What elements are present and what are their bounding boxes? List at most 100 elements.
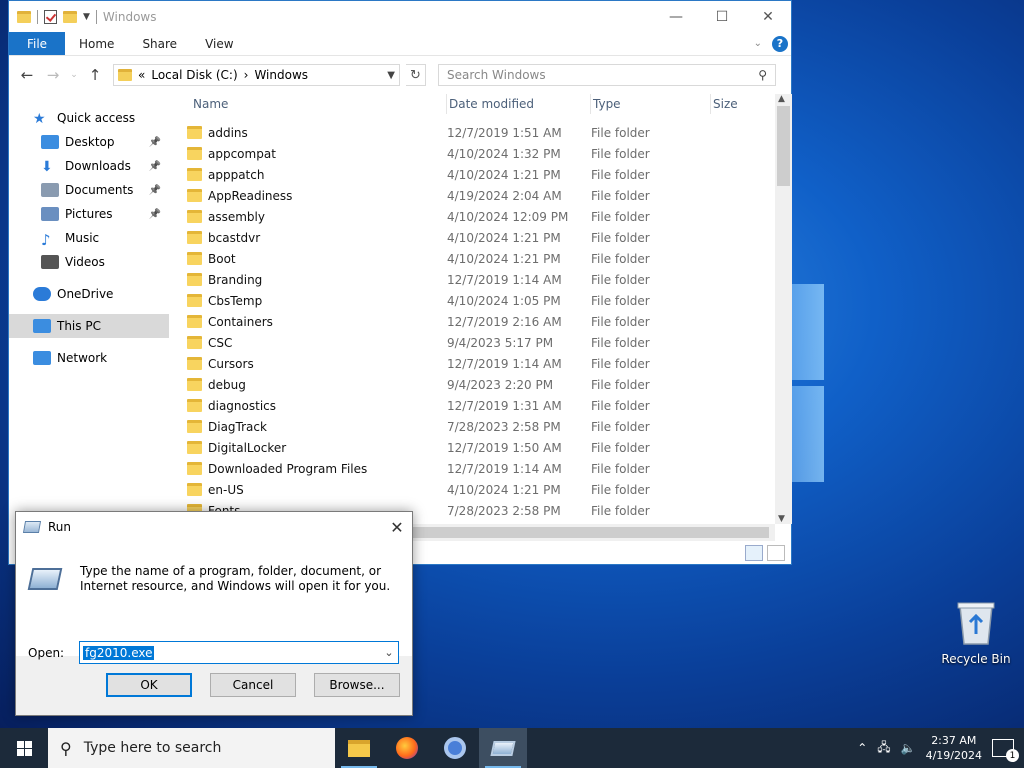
network-icon[interactable]: 🖧 bbox=[877, 738, 890, 759]
table-row[interactable]: CbsTemp 4/10/2024 1:05 PM File folder bbox=[185, 290, 775, 311]
sidebar-item-music[interactable]: ♪ Music bbox=[9, 226, 169, 250]
table-row[interactable]: Containers 12/7/2019 2:16 AM File folder bbox=[185, 311, 775, 332]
scroll-thumb[interactable] bbox=[777, 106, 790, 186]
table-row[interactable]: Cursors 12/7/2019 1:14 AM File folder bbox=[185, 353, 775, 374]
sidebar-item-downloads[interactable]: ⬇ Downloads 📌 bbox=[9, 154, 169, 178]
chevron-down-icon[interactable]: ▼ bbox=[387, 70, 399, 81]
tab-share[interactable]: Share bbox=[128, 32, 191, 55]
table-row[interactable]: diagnostics 12/7/2019 1:31 AM File folder bbox=[185, 395, 775, 416]
sidebar-item-network[interactable]: Network bbox=[9, 346, 169, 370]
clock[interactable]: 2:37 AM 4/19/2024 bbox=[926, 733, 982, 763]
table-row[interactable]: assembly 4/10/2024 12:09 PM File folder bbox=[185, 206, 775, 227]
breadcrumb-local-disk[interactable]: Local Disk (C:) bbox=[151, 68, 237, 82]
table-row[interactable]: DiagTrack 7/28/2023 2:58 PM File folder bbox=[185, 416, 775, 437]
recycle-bin[interactable]: Recycle Bin bbox=[940, 600, 1012, 666]
scroll-up-icon[interactable]: ▲ bbox=[778, 94, 785, 104]
notification-icon[interactable]: 1 bbox=[992, 739, 1019, 762]
type-cell: File folder bbox=[591, 209, 650, 224]
table-row[interactable]: Branding 12/7/2019 1:14 AM File folder bbox=[185, 269, 775, 290]
run-program-icon bbox=[27, 568, 63, 590]
sidebar-item-pictures[interactable]: Pictures 📌 bbox=[9, 202, 169, 226]
table-row[interactable]: Downloaded Program Files 12/7/2019 1:14 A… bbox=[185, 458, 775, 479]
refresh-button[interactable]: ↻ bbox=[406, 64, 426, 86]
run-title-bar[interactable]: Run ✕ bbox=[16, 512, 412, 542]
help-icon[interactable]: ? bbox=[772, 35, 788, 52]
browse-button[interactable]: Browse... bbox=[314, 673, 400, 697]
column-type[interactable]: Type bbox=[591, 94, 711, 114]
firefox-icon bbox=[396, 737, 418, 759]
minimize-button[interactable]: — bbox=[653, 1, 699, 32]
sidebar-item-onedrive[interactable]: OneDrive bbox=[9, 282, 169, 306]
new-folder-icon[interactable] bbox=[63, 10, 77, 23]
table-row[interactable]: AppReadiness 4/19/2024 2:04 AM File folder bbox=[185, 185, 775, 206]
table-row[interactable]: apppatch 4/10/2024 1:21 PM File folder bbox=[185, 164, 775, 185]
customize-chevron-icon[interactable]: ▼ bbox=[83, 12, 90, 22]
column-name[interactable]: Name bbox=[185, 94, 447, 114]
taskbar-firefox[interactable] bbox=[383, 728, 431, 768]
video-icon bbox=[41, 255, 59, 269]
search-input[interactable]: Search Windows ⚲ bbox=[438, 64, 776, 86]
start-button[interactable] bbox=[0, 728, 48, 768]
file-explorer-window[interactable]: ▼ Windows — ☐ ✕ File Home Share View ⌄ ?… bbox=[8, 0, 792, 565]
title-bar[interactable]: ▼ Windows — ☐ ✕ bbox=[9, 1, 791, 32]
scroll-thumb-horizontal[interactable] bbox=[413, 527, 769, 538]
table-row[interactable]: Boot 4/10/2024 1:21 PM File folder bbox=[185, 248, 775, 269]
forward-button[interactable]: → bbox=[43, 66, 63, 84]
taskbar-chrome[interactable] bbox=[431, 728, 479, 768]
date-modified-cell: 4/10/2024 12:09 PM bbox=[447, 209, 569, 224]
tab-home[interactable]: Home bbox=[65, 32, 128, 55]
expand-ribbon-icon[interactable]: ⌄ bbox=[754, 38, 762, 49]
back-button[interactable]: ← bbox=[17, 66, 37, 84]
column-size[interactable]: Size bbox=[711, 94, 775, 114]
vertical-scrollbar[interactable]: ▲ ▼ bbox=[775, 94, 792, 524]
volume-icon[interactable]: 🔈 bbox=[901, 741, 916, 755]
run-dialog[interactable]: Run ✕ Type the name of a program, folder… bbox=[15, 511, 413, 716]
table-row[interactable]: DigitalLocker 12/7/2019 1:50 AM File folde… bbox=[185, 437, 775, 458]
file-name: Branding bbox=[208, 272, 263, 287]
close-icon[interactable]: ✕ bbox=[382, 518, 412, 537]
sidebar-item-desktop[interactable]: Desktop 📌 bbox=[9, 130, 169, 154]
folder-icon bbox=[187, 273, 202, 286]
maximize-button[interactable]: ☐ bbox=[699, 1, 745, 32]
navigation-bar: ← → ⌄ ↑ « Local Disk (C:) › Windows ▼ ↻ … bbox=[9, 56, 791, 94]
column-date-modified[interactable]: Date modified bbox=[447, 94, 591, 114]
taskbar-run[interactable] bbox=[479, 728, 527, 768]
table-row[interactable]: bcastdvr 4/10/2024 1:21 PM File folder bbox=[185, 227, 775, 248]
scroll-down-icon[interactable]: ▼ bbox=[778, 514, 785, 524]
sidebar-item-this-pc[interactable]: This PC bbox=[9, 314, 169, 338]
table-row[interactable]: CSC 9/4/2023 5:17 PM File folder bbox=[185, 332, 775, 353]
open-input-value[interactable]: fg2010.exe bbox=[83, 645, 155, 660]
folder-icon bbox=[187, 126, 202, 139]
chevron-up-icon[interactable]: ⌃ bbox=[857, 741, 867, 755]
details-view-icon[interactable] bbox=[745, 545, 763, 561]
sidebar-item-videos[interactable]: Videos bbox=[9, 250, 169, 274]
system-tray: ⌃ 🖧 🔈 2:37 AM 4/19/2024 1 bbox=[857, 733, 1024, 763]
taskbar-search[interactable]: ⚲ Type here to search bbox=[48, 728, 335, 768]
sidebar-item-quick-access[interactable]: ★ Quick access bbox=[9, 106, 169, 130]
large-icons-view-icon[interactable] bbox=[767, 545, 785, 561]
taskbar-file-explorer[interactable] bbox=[335, 728, 383, 768]
tab-file[interactable]: File bbox=[9, 32, 65, 55]
cancel-button[interactable]: Cancel bbox=[210, 673, 296, 697]
breadcrumb-windows[interactable]: Windows bbox=[254, 68, 308, 82]
tab-view[interactable]: View bbox=[191, 32, 247, 55]
desktop-icon bbox=[41, 135, 59, 149]
properties-icon[interactable] bbox=[44, 9, 57, 24]
horizontal-scrollbar[interactable] bbox=[413, 524, 775, 541]
date-modified-cell: 12/7/2019 1:31 AM bbox=[447, 398, 562, 413]
up-button[interactable]: ↑ bbox=[85, 66, 105, 84]
chevron-down-icon[interactable]: ⌄ bbox=[380, 646, 398, 659]
file-name-cell: diagnostics bbox=[185, 399, 447, 413]
recent-locations-icon[interactable]: ⌄ bbox=[69, 70, 79, 80]
table-row[interactable]: en-US 4/10/2024 1:21 PM File folder bbox=[185, 479, 775, 500]
ok-button[interactable]: OK bbox=[106, 673, 192, 697]
table-row[interactable]: appcompat 4/10/2024 1:32 PM File folder bbox=[185, 143, 775, 164]
open-combobox[interactable]: fg2010.exe ⌄ bbox=[79, 641, 399, 664]
address-bar[interactable]: « Local Disk (C:) › Windows ▼ bbox=[113, 64, 400, 86]
date-modified-cell: 12/7/2019 1:50 AM bbox=[447, 440, 562, 455]
close-button[interactable]: ✕ bbox=[745, 1, 791, 32]
sidebar-item-documents[interactable]: Documents 📌 bbox=[9, 178, 169, 202]
table-row[interactable]: debug 9/4/2023 2:20 PM File folder bbox=[185, 374, 775, 395]
date-modified-cell: 12/7/2019 1:14 AM bbox=[447, 272, 562, 287]
table-row[interactable]: addins 12/7/2019 1:51 AM File folder bbox=[185, 122, 775, 143]
